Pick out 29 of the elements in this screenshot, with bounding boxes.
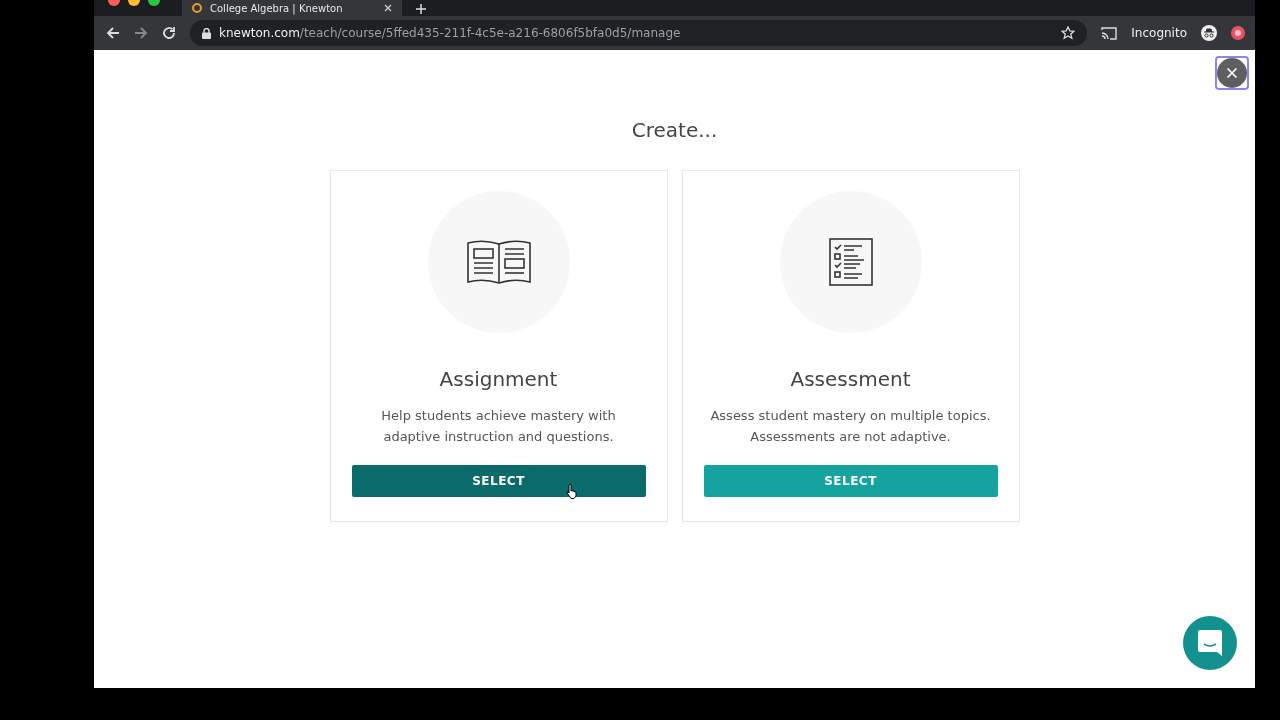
address-bar[interactable]: knewton.com/teach/course/5ffed435-211f-4c5e-a216-6806f5bfa0d5/manage bbox=[190, 20, 1088, 46]
browser-tab[interactable]: College Algebra | Knewton bbox=[182, 0, 402, 16]
site-icon bbox=[192, 3, 202, 13]
chat-icon bbox=[1197, 629, 1223, 657]
close-icon[interactable] bbox=[384, 4, 392, 12]
cast-icon[interactable] bbox=[1101, 26, 1118, 40]
new-tab-icon[interactable] bbox=[416, 4, 426, 14]
incognito-label: Incognito bbox=[1131, 26, 1187, 40]
lock-icon bbox=[202, 27, 211, 39]
back-icon[interactable] bbox=[106, 26, 120, 40]
url-text: knewton.com/teach/course/5ffed435-211f-4c5e-a216-6806f5bfa0d5/manage bbox=[219, 26, 681, 40]
checklist-icon bbox=[828, 238, 873, 286]
chat-button[interactable] bbox=[1183, 616, 1237, 670]
reload-icon[interactable] bbox=[162, 26, 176, 40]
select-button[interactable]: SELECT bbox=[351, 465, 646, 497]
incognito-icon[interactable] bbox=[1201, 25, 1217, 41]
card-title: Assessment bbox=[790, 367, 911, 391]
close-button[interactable] bbox=[1215, 56, 1249, 90]
pointer-cursor-icon bbox=[565, 484, 578, 499]
extension-icon[interactable] bbox=[1231, 26, 1245, 40]
card-description: Help students achieve mastery with adaptive instruction and questions. bbox=[380, 407, 617, 446]
book-icon bbox=[465, 239, 532, 285]
close-icon bbox=[1217, 58, 1247, 88]
dialog-title: Create... bbox=[631, 118, 718, 142]
card-description: Assess student mastery on multiple topics. Assessments are not adaptive. bbox=[709, 407, 992, 446]
tab-title: College Algebra | Knewton bbox=[210, 2, 344, 14]
card-title: Assignment bbox=[439, 367, 558, 391]
star-icon[interactable] bbox=[1061, 26, 1076, 40]
forward-icon[interactable] bbox=[134, 26, 148, 40]
